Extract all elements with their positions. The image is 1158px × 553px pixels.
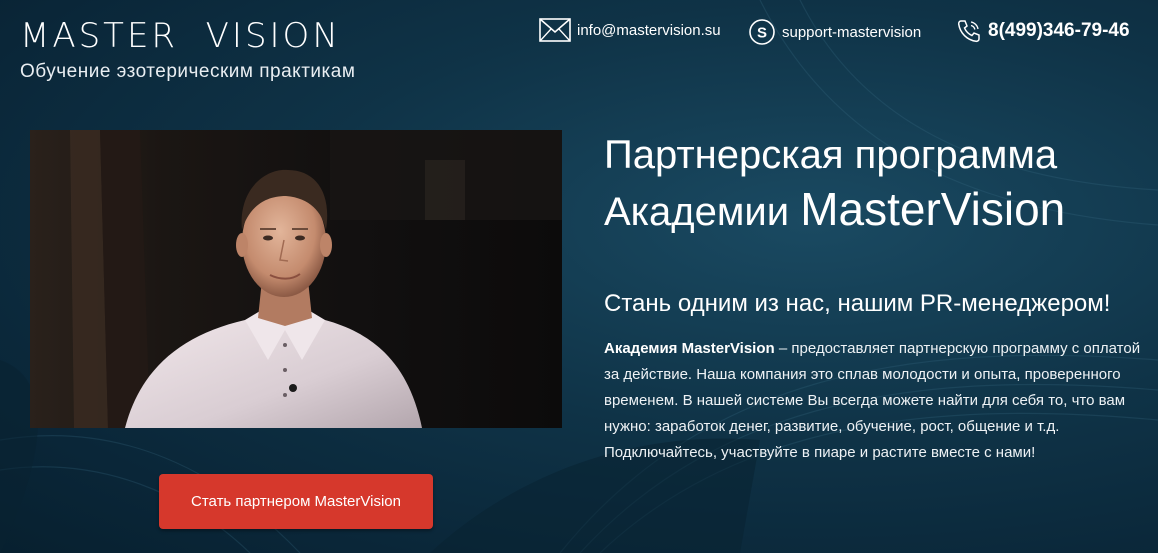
phone-icon [956, 18, 982, 44]
contact-skype[interactable]: S support-mastervision [748, 18, 921, 46]
email-link[interactable]: info@mastervision.su [577, 22, 721, 39]
contact-phone[interactable]: 8(499)346-79-46 [956, 18, 1130, 44]
page-title: Партнерская программа Академии MasterVis… [604, 128, 1144, 239]
description: Академия MasterVision – предоставляет па… [604, 336, 1149, 466]
headline-brand: MasterVision [800, 183, 1066, 235]
envelope-icon [539, 18, 571, 42]
logo-title: MASTER VISION [20, 16, 341, 56]
logo[interactable]: MASTER VISION Обучение эзотерическим пра… [20, 16, 355, 84]
logo-subtitle: Обучение эзотерическим практикам [20, 61, 356, 82]
contact-email[interactable]: info@mastervision.su [539, 18, 721, 42]
description-bold: Академия MasterVision [604, 340, 775, 357]
skype-link[interactable]: support-mastervision [782, 24, 921, 41]
description-text: – предоставляет партнерскую программу с … [604, 340, 1141, 461]
skype-icon: S [748, 18, 776, 46]
presenter-video[interactable] [30, 130, 562, 428]
headline-line1: Партнерская программа [604, 133, 1058, 177]
headline-line2: Академии [604, 190, 790, 234]
become-partner-button[interactable]: Стать партнером MasterVision [159, 474, 433, 529]
svg-text:S: S [757, 25, 767, 42]
subheadline: Стань одним из нас, нашим PR-менеджером! [604, 290, 1111, 317]
phone-number[interactable]: 8(499)346-79-46 [988, 20, 1130, 42]
